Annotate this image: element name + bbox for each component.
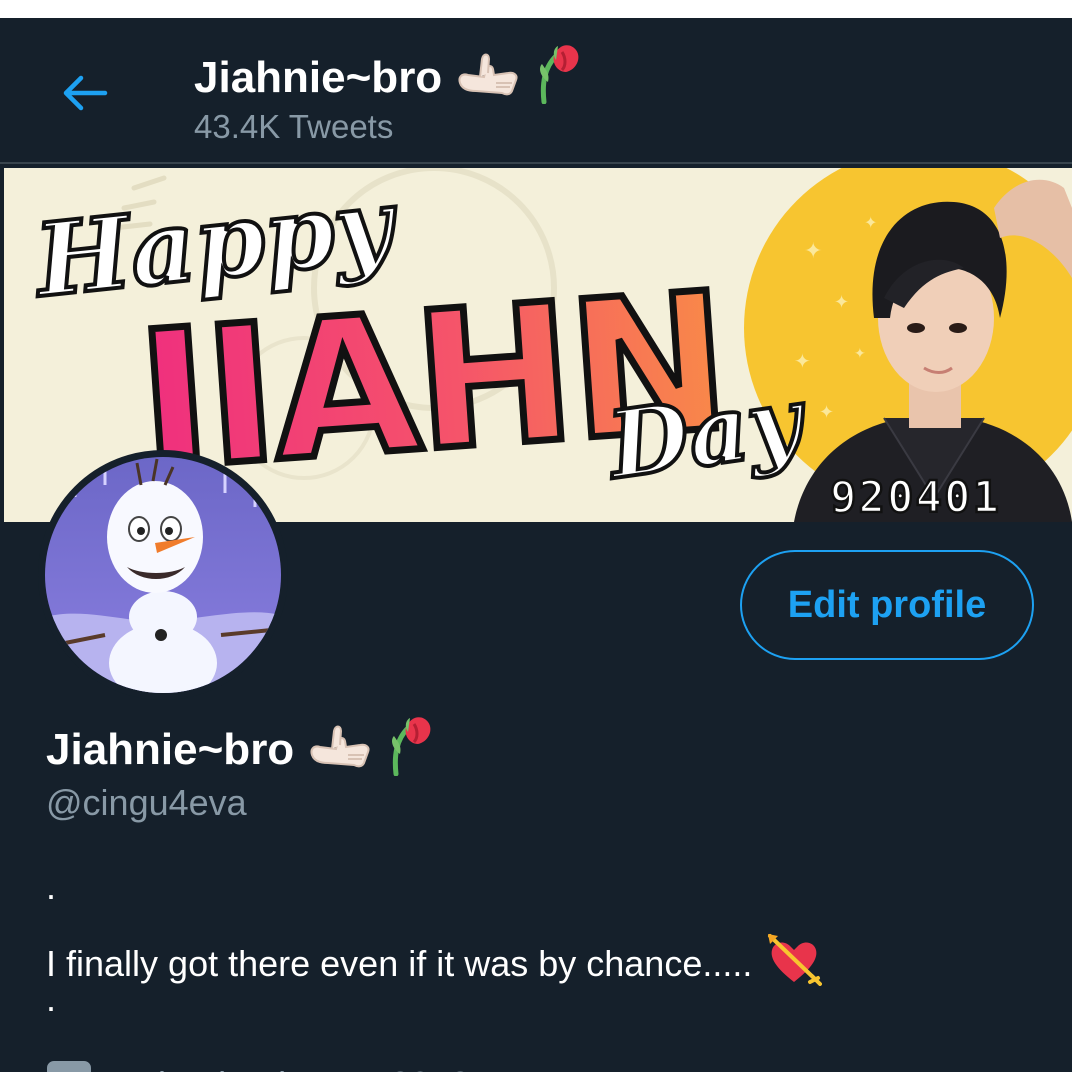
back-button[interactable] <box>50 58 120 128</box>
profile-screen: Jiahnie~bro 43.4K Tweets ✦ ✦ ✦ ✦ ✦ ✦ Hap… <box>0 18 1072 1072</box>
profile-name-row: Jiahnie~bro <box>46 712 434 787</box>
tweet-count: 43.4K Tweets <box>194 108 394 145</box>
svg-text:✦: ✦ <box>854 346 866 362</box>
wilted-flower-icon <box>536 40 582 115</box>
bio-line-1: . <box>46 866 57 907</box>
svg-text:✦: ✦ <box>864 213 877 232</box>
joined-date-row: Joined February 2018 <box>46 1058 470 1072</box>
avatar-image <box>45 457 281 693</box>
calendar-icon <box>46 1058 92 1072</box>
svg-text:✦: ✦ <box>804 239 822 264</box>
call-me-hand-icon <box>308 719 374 780</box>
svg-text:✦: ✦ <box>834 292 849 313</box>
profile-display-name: Jiahnie~bro <box>46 724 295 774</box>
top-bar: Jiahnie~bro 43.4K Tweets <box>0 18 1072 164</box>
bio-text: I finally got there even if it was by ch… <box>46 942 753 984</box>
bio-line-2: I finally got there even if it was by ch… <box>46 932 823 995</box>
joined-date: Joined February 2018 <box>120 1064 470 1072</box>
profile-handle: @cingu4eva <box>46 782 247 823</box>
back-arrow-icon <box>63 75 108 111</box>
banner-date: 920401 <box>830 472 1001 522</box>
svg-text:✦: ✦ <box>794 349 811 373</box>
call-me-hand-icon <box>456 47 522 108</box>
header-title: Jiahnie~bro <box>194 40 582 115</box>
edit-profile-button[interactable]: Edit profile <box>740 550 1034 660</box>
heart-with-arrow-icon <box>766 932 823 995</box>
avatar[interactable] <box>38 450 288 700</box>
wilted-flower-icon <box>388 712 434 787</box>
svg-text:✦: ✦ <box>819 402 834 423</box>
bio-line-3: . <box>46 978 57 1019</box>
header-display-name: Jiahnie~bro <box>194 52 443 102</box>
